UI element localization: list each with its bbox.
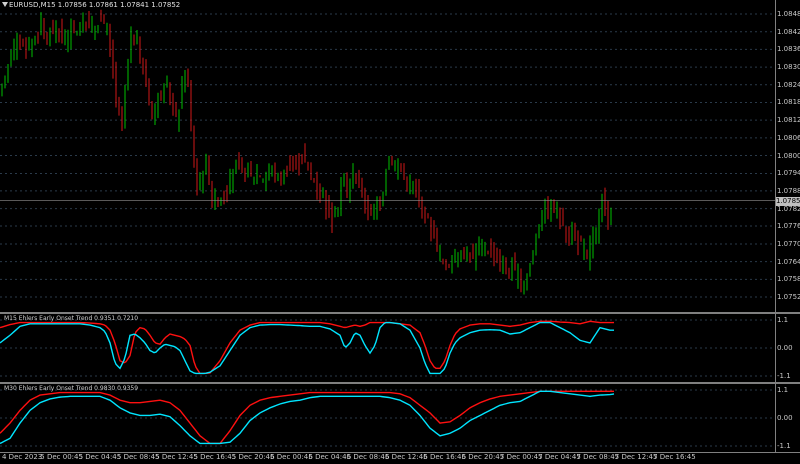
price-tick-label: 1.08425 [777, 27, 800, 36]
m30-indicator-svg [0, 389, 775, 447]
indicator-tick-label: 1.1 [777, 386, 789, 394]
time-axis-label: 6 Dec 16:45 [423, 453, 466, 461]
price-tick-label: 1.08365 [777, 45, 800, 54]
time-axis-label: 7 Dec 08:45 [576, 453, 620, 461]
indicator-red-line [0, 320, 614, 375]
indicator-tick-label: 0.00 [777, 344, 793, 352]
time-axis-label: 7 Dec 16:45 [653, 453, 696, 461]
indicator-cyan-line [0, 390, 615, 445]
time-axis-label: 7 Dec 12:45 [614, 453, 658, 461]
price-tick-label: 1.07705 [777, 239, 800, 248]
m15-indicator-svg [0, 319, 775, 377]
indicator-tick-label: 0.00 [777, 414, 793, 422]
price-tick-label: 1.07825 [777, 204, 800, 213]
price-tick-label: 1.07585 [777, 275, 800, 284]
time-axis-label: 5 Dec 04:45 [78, 453, 122, 461]
time-axis-label: 6 Dec 08:45 [346, 453, 390, 461]
time-axis-label: 6 Dec 04:45 [308, 453, 352, 461]
price-tick-label: 1.07766 [777, 221, 800, 230]
price-tick-label: 1.08125 [777, 116, 800, 125]
price-chart-svg[interactable] [0, 0, 775, 312]
time-axis-label: 5 Dec 08:45 [116, 453, 160, 461]
time-axis-label: 7 Dec 04:45 [538, 453, 581, 461]
time-axis-label: 4 Dec 2023 [2, 453, 43, 461]
price-tick-label: 1.08305 [777, 63, 800, 72]
price-tick-label: 1.07525 [777, 293, 800, 301]
price-chart-pane[interactable]: EURUSD,M15 1.07856 1.07861 1.07841 1.078… [0, 0, 775, 312]
m15-indicator-pane[interactable]: M15 Ehlers Early Onset Trend 0.9351 0.72… [0, 314, 775, 382]
price-tick-label: 1.08485 [777, 10, 800, 18]
time-axis-label: 5 Dec 16:45 [193, 453, 237, 461]
time-axis-label: 5 Dec 20:45 [231, 453, 275, 461]
time-axis-label: 6 Dec 12:45 [385, 453, 428, 461]
time-axis-label: 5 Dec 00:45 [40, 453, 83, 461]
price-tick-label: 1.08005 [777, 151, 800, 160]
time-axis-label: 6 Dec 20:45 [461, 453, 505, 461]
chart-menu-arrow-icon[interactable] [2, 2, 8, 7]
m15-indicator-title: M15 Ehlers Early Onset Trend 0.9351 0.72… [4, 315, 139, 322]
time-axis-label: 7 Dec 00:45 [499, 453, 543, 461]
indicator-tick-label: -1.1 [777, 372, 791, 380]
indicator-tick-label: -1.1 [777, 442, 791, 450]
time-axis-label: 6 Dec 00:45 [270, 453, 313, 461]
price-tick-label: 1.07885 [777, 186, 800, 195]
current-price-badge: 1.07852 [776, 196, 800, 206]
price-tick-label: 1.07944 [777, 169, 800, 178]
m30-indicator-title: M30 Ehlers Early Onset Trend 0.9830 0.93… [4, 385, 139, 392]
time-axis-label: 5 Dec 12:45 [155, 453, 198, 461]
price-tick-label: 1.08245 [777, 80, 800, 89]
price-tick-label: 1.08185 [777, 98, 800, 107]
chart-title: EURUSD,M15 1.07856 1.07861 1.07841 1.078… [9, 1, 181, 9]
price-tick-label: 1.08065 [777, 133, 800, 142]
indicator-tick-label: 1.1 [777, 316, 789, 324]
m30-indicator-pane[interactable]: M30 Ehlers Early Onset Trend 0.9830 0.93… [0, 384, 775, 452]
price-tick-label: 1.07645 [777, 257, 800, 266]
